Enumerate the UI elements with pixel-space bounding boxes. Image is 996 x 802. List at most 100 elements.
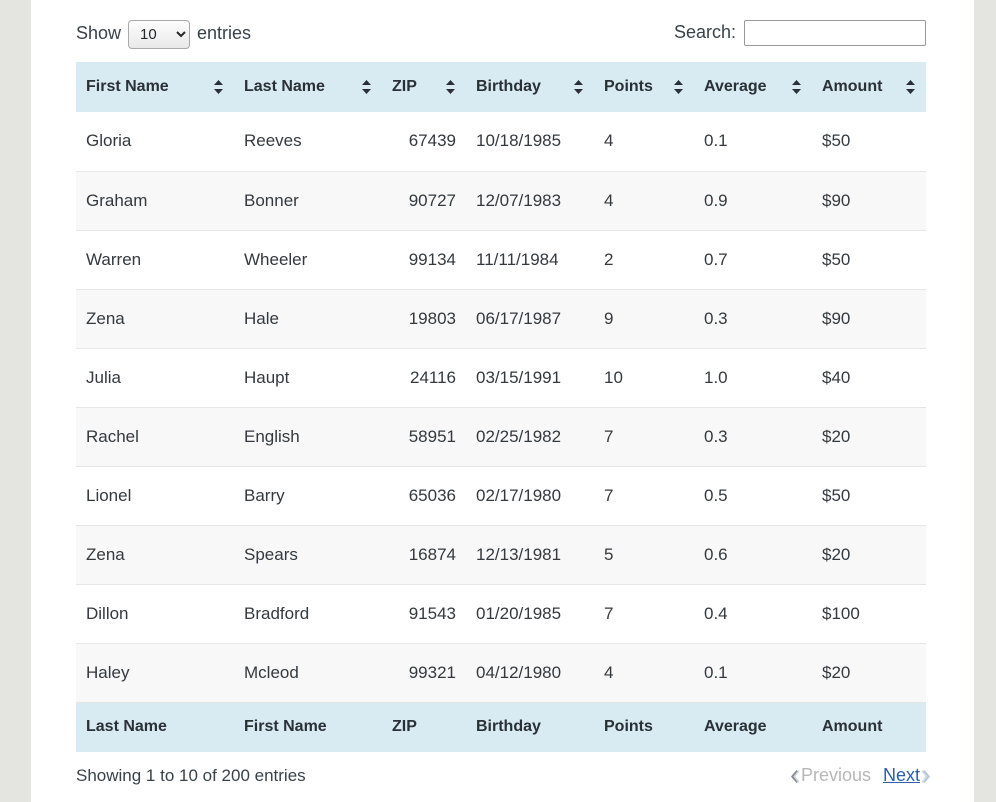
previous-page-button[interactable]: Previous — [801, 765, 871, 786]
cell-zip: 19803 — [382, 288, 466, 348]
cell-birthday: 10/18/1985 — [466, 112, 594, 171]
cell-points: 4 — [594, 642, 694, 703]
table-footer-row: Last Name First Name ZIP Birthday Points Aver… — [76, 702, 926, 752]
column-header-birthday[interactable]: Birthday — [466, 62, 594, 112]
table-row[interactable]: Lionel Barry 65036 02/17/1980 7 0.5 $50 — [76, 465, 926, 525]
column-header-label: ZIP — [392, 78, 417, 95]
column-footer-points: Points — [594, 702, 694, 752]
cell-average: 0.1 — [694, 642, 812, 703]
cell-points: 10 — [594, 347, 694, 407]
cell-amount: $50 — [812, 465, 926, 525]
table-row[interactable]: Dillon Bradford 91543 01/20/1985 7 0.4 $100 — [76, 583, 926, 643]
sort-icon — [905, 79, 916, 95]
next-page-button[interactable]: Next — [883, 765, 920, 786]
column-footer-last: First Name — [234, 702, 382, 752]
data-table: First Name Last Name ZIP Birthday Points Aver… — [76, 62, 926, 752]
table-header-row: First Name Last Name ZIP Birthday Points Aver… — [76, 62, 926, 112]
column-header-zip[interactable]: ZIP — [382, 62, 466, 112]
cell-amount: $90 — [812, 170, 926, 230]
chevron-right-icon — [920, 768, 932, 785]
cell-first: Julia — [76, 347, 234, 407]
cell-points: 7 — [594, 583, 694, 643]
column-header-label: Points — [604, 78, 653, 95]
column-header-last[interactable]: Last Name — [234, 62, 382, 112]
pagination: Previous Next — [789, 765, 932, 786]
cell-zip: 58951 — [382, 406, 466, 466]
entries-info: Showing 1 to 10 of 200 entries — [76, 766, 306, 785]
cell-last: Hale — [234, 288, 382, 348]
cell-first: Graham — [76, 170, 234, 230]
cell-zip: 99321 — [382, 642, 466, 703]
page-length-label-suffix: entries — [197, 23, 252, 44]
cell-first: Warren — [76, 229, 234, 289]
cell-zip: 24116 — [382, 347, 466, 407]
column-header-label: Average — [704, 78, 767, 95]
sort-icon — [673, 79, 684, 95]
cell-points: 2 — [594, 229, 694, 289]
chevron-left-icon — [789, 768, 801, 785]
cell-zip: 91543 — [382, 583, 466, 643]
cell-zip: 16874 — [382, 524, 466, 584]
table-head: First Name Last Name ZIP Birthday Points Aver… — [76, 62, 926, 112]
cell-last: Bradford — [234, 583, 382, 643]
cell-average: 0.5 — [694, 465, 812, 525]
table-row[interactable]: Zena Hale 19803 06/17/1987 9 0.3 $90 — [76, 288, 926, 348]
cell-amount: $100 — [812, 583, 926, 643]
datatable-wrapper: Show102550100entries Search: First NameL… — [76, 0, 930, 800]
column-header-first[interactable]: First Name — [76, 62, 234, 112]
sort-icon — [573, 79, 584, 95]
table-row[interactable]: Zena Spears 16874 12/13/1981 5 0.6 $20 — [76, 524, 926, 584]
cell-points: 4 — [594, 170, 694, 230]
cell-average: 0.9 — [694, 170, 812, 230]
cell-average: 0.3 — [694, 406, 812, 466]
column-header-label: Last Name — [244, 78, 325, 95]
cell-first: Lionel — [76, 465, 234, 525]
column-header-points[interactable]: Points — [594, 62, 694, 112]
cell-birthday: 02/25/1982 — [466, 406, 594, 466]
cell-points: 7 — [594, 465, 694, 525]
column-footer-amount: Amount — [812, 702, 926, 752]
cell-birthday: 01/20/1985 — [466, 583, 594, 643]
table-row[interactable]: Julia Haupt 24116 03/15/1991 10 1.0 $40 — [76, 347, 926, 407]
page-length-control: Show 102550100 entries — [76, 20, 251, 49]
cell-last: English — [234, 406, 382, 466]
cell-last: Wheeler — [234, 229, 382, 289]
cell-birthday: 04/12/1980 — [466, 642, 594, 703]
column-header-label: First Name — [86, 78, 169, 95]
page-length-select[interactable]: 102550100 — [128, 20, 191, 49]
cell-amount: $20 — [812, 406, 926, 466]
cell-zip: 99134 — [382, 229, 466, 289]
table-row[interactable]: Rachel English 58951 02/25/1982 7 0.3 $20 — [76, 406, 926, 466]
column-header-label: Amount — [822, 78, 883, 95]
cell-average: 0.7 — [694, 229, 812, 289]
search-input[interactable] — [744, 20, 926, 46]
cell-average: 0.4 — [694, 583, 812, 643]
column-header-amount[interactable]: Amount — [812, 62, 926, 112]
cell-amount: $50 — [812, 229, 926, 289]
cell-points: 5 — [594, 524, 694, 584]
datatable-controls: Show 102550100 entries Search: — [76, 0, 926, 62]
cell-points: 4 — [594, 112, 694, 171]
cell-amount: $40 — [812, 347, 926, 407]
cell-first: Zena — [76, 288, 234, 348]
column-footer-zip: ZIP — [382, 702, 466, 752]
table-row[interactable]: Warren Wheeler 99134 11/11/1984 2 0.7 $50 — [76, 229, 926, 289]
cell-birthday: 11/11/1984 — [466, 229, 594, 289]
cell-birthday: 02/17/1980 — [466, 465, 594, 525]
cell-zip: 90727 — [382, 170, 466, 230]
cell-average: 0.3 — [694, 288, 812, 348]
sort-icon — [361, 79, 372, 95]
table-row[interactable]: Haley Mcleod 99321 04/12/1980 4 0.1 $20 — [76, 642, 926, 703]
table-row[interactable]: Gloria Reeves 67439 10/18/1985 4 0.1 $50 — [76, 112, 926, 171]
column-footer-first: Last Name — [76, 702, 234, 752]
sort-icon — [445, 79, 456, 95]
cell-points: 9 — [594, 288, 694, 348]
cell-average: 0.1 — [694, 112, 812, 171]
cell-last: Barry — [234, 465, 382, 525]
cell-last: Bonner — [234, 170, 382, 230]
column-header-average[interactable]: Average — [694, 62, 812, 112]
table-row[interactable]: Graham Bonner 90727 12/07/1983 4 0.9 $90 — [76, 170, 926, 230]
table-body: Gloria Reeves 67439 10/18/1985 4 0.1 $50 Graham… — [76, 112, 926, 703]
cell-first: Zena — [76, 524, 234, 584]
cell-last: Mcleod — [234, 642, 382, 703]
